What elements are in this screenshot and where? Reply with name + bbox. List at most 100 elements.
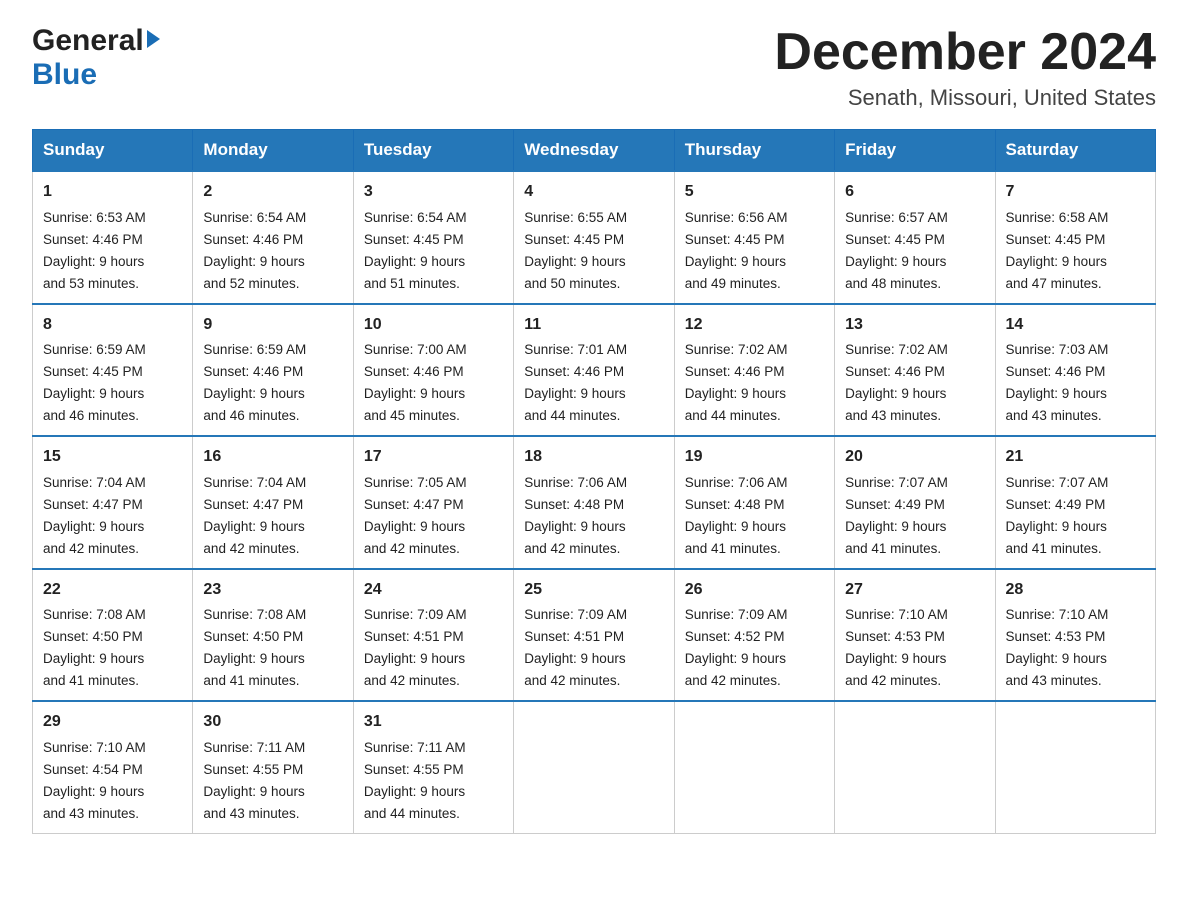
day-number: 9 xyxy=(203,313,342,338)
calendar-cell: 3 Sunrise: 6:54 AMSunset: 4:45 PMDaylight… xyxy=(353,171,513,303)
calendar-cell: 27 Sunrise: 7:10 AMSunset: 4:53 PMDayligh… xyxy=(835,569,995,701)
page-header: General Blue December 2024 Senath, Misso… xyxy=(32,24,1156,111)
calendar-cell: 17 Sunrise: 7:05 AMSunset: 4:47 PMDayligh… xyxy=(353,436,513,568)
calendar-header: SundayMondayTuesdayWednesdayThursdayFrid… xyxy=(33,130,1156,172)
day-number: 22 xyxy=(43,578,182,603)
logo-triangle-icon xyxy=(147,30,160,48)
day-info: Sunrise: 7:06 AMSunset: 4:48 PMDaylight:… xyxy=(685,475,788,556)
day-info: Sunrise: 6:58 AMSunset: 4:45 PMDaylight:… xyxy=(1006,210,1109,291)
calendar-week-2: 8 Sunrise: 6:59 AMSunset: 4:45 PMDaylight… xyxy=(33,304,1156,436)
header-saturday: Saturday xyxy=(995,130,1155,172)
calendar-cell: 2 Sunrise: 6:54 AMSunset: 4:46 PMDaylight… xyxy=(193,171,353,303)
calendar-cell: 21 Sunrise: 7:07 AMSunset: 4:49 PMDayligh… xyxy=(995,436,1155,568)
day-number: 20 xyxy=(845,445,984,470)
calendar-subtitle: Senath, Missouri, United States xyxy=(774,85,1156,111)
calendar-cell: 20 Sunrise: 7:07 AMSunset: 4:49 PMDayligh… xyxy=(835,436,995,568)
calendar-cell: 31 Sunrise: 7:11 AMSunset: 4:55 PMDayligh… xyxy=(353,701,513,833)
day-number: 18 xyxy=(524,445,663,470)
header-sunday: Sunday xyxy=(33,130,193,172)
day-number: 11 xyxy=(524,313,663,338)
day-info: Sunrise: 7:06 AMSunset: 4:48 PMDaylight:… xyxy=(524,475,627,556)
calendar-cell: 23 Sunrise: 7:08 AMSunset: 4:50 PMDayligh… xyxy=(193,569,353,701)
day-number: 17 xyxy=(364,445,503,470)
calendar-cell: 18 Sunrise: 7:06 AMSunset: 4:48 PMDayligh… xyxy=(514,436,674,568)
calendar-cell: 10 Sunrise: 7:00 AMSunset: 4:46 PMDayligh… xyxy=(353,304,513,436)
calendar-cell: 22 Sunrise: 7:08 AMSunset: 4:50 PMDayligh… xyxy=(33,569,193,701)
day-number: 2 xyxy=(203,180,342,205)
day-number: 25 xyxy=(524,578,663,603)
calendar-cell: 5 Sunrise: 6:56 AMSunset: 4:45 PMDaylight… xyxy=(674,171,834,303)
day-info: Sunrise: 6:59 AMSunset: 4:46 PMDaylight:… xyxy=(203,342,306,423)
day-number: 3 xyxy=(364,180,503,205)
calendar-cell: 16Sunrise: 7:04 AMSunset: 4:47 PMDayligh… xyxy=(193,436,353,568)
day-info: Sunrise: 7:09 AMSunset: 4:51 PMDaylight:… xyxy=(364,607,467,688)
logo: General Blue xyxy=(32,24,160,92)
day-number: 21 xyxy=(1006,445,1145,470)
logo-general-text: General xyxy=(32,24,144,58)
day-info: Sunrise: 7:05 AMSunset: 4:47 PMDaylight:… xyxy=(364,475,467,556)
day-number: 10 xyxy=(364,313,503,338)
calendar-cell xyxy=(995,701,1155,833)
day-info: Sunrise: 7:11 AMSunset: 4:55 PMDaylight:… xyxy=(364,740,466,821)
calendar-title: December 2024 xyxy=(774,24,1156,81)
day-info: Sunrise: 7:03 AMSunset: 4:46 PMDaylight:… xyxy=(1006,342,1109,423)
day-info: Sunrise: 6:53 AMSunset: 4:46 PMDaylight:… xyxy=(43,210,146,291)
day-number: 19 xyxy=(685,445,824,470)
day-number: 8 xyxy=(43,313,182,338)
calendar-cell: 14Sunrise: 7:03 AMSunset: 4:46 PMDayligh… xyxy=(995,304,1155,436)
header-wednesday: Wednesday xyxy=(514,130,674,172)
day-info: Sunrise: 7:10 AMSunset: 4:53 PMDaylight:… xyxy=(845,607,948,688)
day-info: Sunrise: 7:09 AMSunset: 4:51 PMDaylight:… xyxy=(524,607,627,688)
calendar-cell: 24 Sunrise: 7:09 AMSunset: 4:51 PMDayligh… xyxy=(353,569,513,701)
header-friday: Friday xyxy=(835,130,995,172)
day-info: Sunrise: 7:08 AMSunset: 4:50 PMDaylight:… xyxy=(203,607,306,688)
calendar-cell: 6Sunrise: 6:57 AMSunset: 4:45 PMDaylight… xyxy=(835,171,995,303)
day-info: Sunrise: 7:10 AMSunset: 4:53 PMDaylight:… xyxy=(1006,607,1109,688)
calendar-week-3: 15Sunrise: 7:04 AMSunset: 4:47 PMDayligh… xyxy=(33,436,1156,568)
logo-blue-text: Blue xyxy=(32,58,97,92)
day-info: Sunrise: 6:56 AMSunset: 4:45 PMDaylight:… xyxy=(685,210,788,291)
header-thursday: Thursday xyxy=(674,130,834,172)
day-number: 28 xyxy=(1006,578,1145,603)
day-number: 24 xyxy=(364,578,503,603)
calendar-cell: 1 Sunrise: 6:53 AMSunset: 4:46 PMDaylight… xyxy=(33,171,193,303)
day-number: 1 xyxy=(43,180,182,205)
day-number: 31 xyxy=(364,710,503,735)
day-number: 26 xyxy=(685,578,824,603)
calendar-cell: 26Sunrise: 7:09 AMSunset: 4:52 PMDayligh… xyxy=(674,569,834,701)
day-info: Sunrise: 7:07 AMSunset: 4:49 PMDaylight:… xyxy=(1006,475,1109,556)
day-number: 6 xyxy=(845,180,984,205)
day-number: 15 xyxy=(43,445,182,470)
header-monday: Monday xyxy=(193,130,353,172)
calendar-cell xyxy=(514,701,674,833)
calendar-cell: 29Sunrise: 7:10 AMSunset: 4:54 PMDayligh… xyxy=(33,701,193,833)
calendar-cell: 11Sunrise: 7:01 AMSunset: 4:46 PMDayligh… xyxy=(514,304,674,436)
day-info: Sunrise: 7:07 AMSunset: 4:49 PMDaylight:… xyxy=(845,475,948,556)
calendar-cell: 15Sunrise: 7:04 AMSunset: 4:47 PMDayligh… xyxy=(33,436,193,568)
day-info: Sunrise: 6:54 AMSunset: 4:46 PMDaylight:… xyxy=(203,210,306,291)
header-tuesday: Tuesday xyxy=(353,130,513,172)
day-number: 13 xyxy=(845,313,984,338)
calendar-cell: 7 Sunrise: 6:58 AMSunset: 4:45 PMDaylight… xyxy=(995,171,1155,303)
calendar-cell: 30Sunrise: 7:11 AMSunset: 4:55 PMDayligh… xyxy=(193,701,353,833)
day-info: Sunrise: 7:00 AMSunset: 4:46 PMDaylight:… xyxy=(364,342,467,423)
day-number: 29 xyxy=(43,710,182,735)
calendar-title-block: December 2024 Senath, Missouri, United S… xyxy=(774,24,1156,111)
day-number: 27 xyxy=(845,578,984,603)
day-info: Sunrise: 6:59 AMSunset: 4:45 PMDaylight:… xyxy=(43,342,146,423)
calendar-cell xyxy=(674,701,834,833)
day-number: 7 xyxy=(1006,180,1145,205)
day-number: 16 xyxy=(203,445,342,470)
day-info: Sunrise: 6:54 AMSunset: 4:45 PMDaylight:… xyxy=(364,210,467,291)
day-info: Sunrise: 7:02 AMSunset: 4:46 PMDaylight:… xyxy=(685,342,788,423)
day-info: Sunrise: 7:08 AMSunset: 4:50 PMDaylight:… xyxy=(43,607,146,688)
calendar-cell: 9 Sunrise: 6:59 AMSunset: 4:46 PMDaylight… xyxy=(193,304,353,436)
calendar-week-5: 29Sunrise: 7:10 AMSunset: 4:54 PMDayligh… xyxy=(33,701,1156,833)
calendar-cell: 28 Sunrise: 7:10 AMSunset: 4:53 PMDayligh… xyxy=(995,569,1155,701)
calendar-cell: 4Sunrise: 6:55 AMSunset: 4:45 PMDaylight… xyxy=(514,171,674,303)
day-number: 23 xyxy=(203,578,342,603)
day-info: Sunrise: 7:11 AMSunset: 4:55 PMDaylight:… xyxy=(203,740,305,821)
day-number: 5 xyxy=(685,180,824,205)
calendar-week-1: 1 Sunrise: 6:53 AMSunset: 4:46 PMDaylight… xyxy=(33,171,1156,303)
calendar-cell: 8 Sunrise: 6:59 AMSunset: 4:45 PMDaylight… xyxy=(33,304,193,436)
